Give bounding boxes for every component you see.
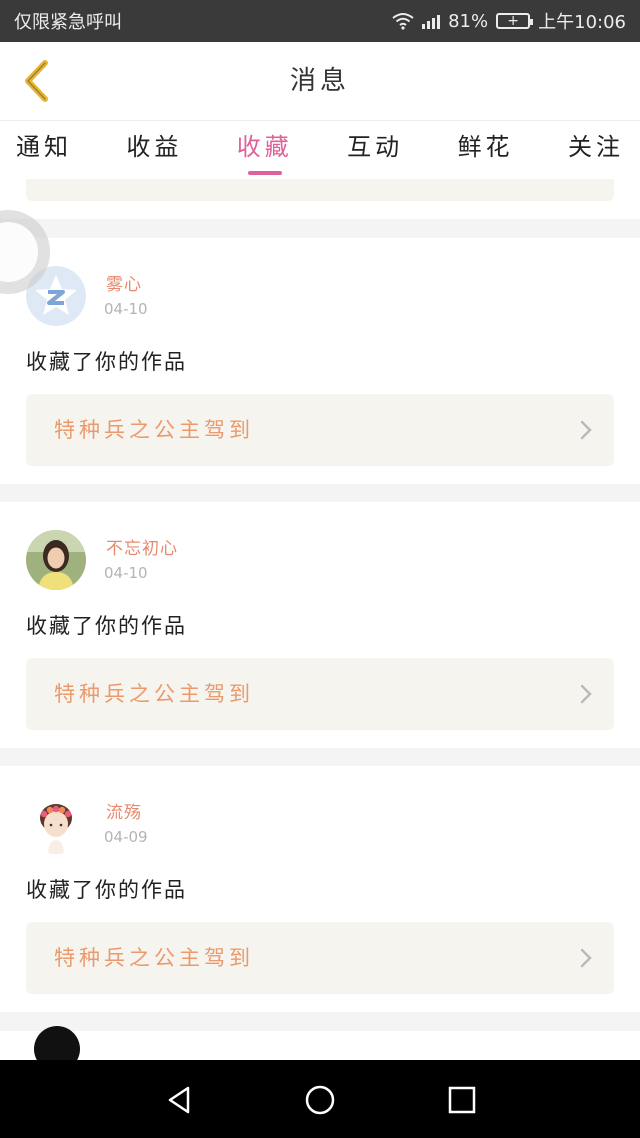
work-title: 特种兵之公主驾到 [54, 418, 254, 442]
floating-assist-button[interactable] [0, 200, 62, 304]
clock-time: 上午10:06 [538, 12, 626, 33]
cartoon-girl-avatar [26, 794, 86, 854]
list-item: 流殇 04-09 收藏了你的作品 特种兵之公主驾到 [0, 766, 640, 1012]
message-date: 04-10 [104, 300, 148, 318]
chevron-right-icon [580, 420, 592, 440]
tab-earnings[interactable]: 收益 [122, 121, 186, 179]
signal-icon [422, 13, 441, 29]
work-link-button[interactable]: 特种兵之公主驾到 [26, 658, 614, 730]
status-icons: 81% + 上午10:06 [392, 8, 626, 34]
app-header: 消息 [0, 42, 640, 121]
work-title: 特种兵之公主驾到 [54, 682, 254, 706]
avatar[interactable] [34, 1026, 80, 1060]
message-tabs: 通知 收益 收藏 互动 鲜花 关注 [0, 121, 640, 179]
status-bar: 仅限紧急呼叫 81% + 上午10:06 [0, 0, 640, 42]
back-triangle-icon[interactable] [160, 1080, 200, 1120]
work-title: 特种兵之公主驾到 [54, 946, 254, 970]
next-card-partial [0, 1026, 640, 1060]
list-item: 不忘初心 04-10 收藏了你的作品 特种兵之公主驾到 [0, 502, 640, 748]
message-date: 04-10 [104, 564, 148, 582]
tab-following[interactable]: 关注 [564, 121, 628, 179]
username[interactable]: 流殇 [106, 798, 142, 823]
emergency-call-text: 仅限紧急呼叫 [14, 12, 122, 33]
user-photo-avatar [26, 530, 86, 590]
username[interactable]: 雾心 [106, 270, 142, 295]
action-text: 收藏了你的作品 [26, 878, 187, 902]
username[interactable]: 不忘初心 [106, 534, 178, 559]
work-link-button[interactable]: 特种兵之公主驾到 [26, 394, 614, 466]
avatar[interactable] [26, 794, 86, 854]
action-text: 收藏了你的作品 [26, 614, 187, 638]
action-text: 收藏了你的作品 [26, 350, 187, 374]
assistive-ring-icon [0, 210, 50, 294]
message-list[interactable]: 雾心 04-10 收藏了你的作品 特种兵之公主驾到 不忘初心 04-10 收藏了… [0, 179, 640, 1060]
tab-flowers[interactable]: 鲜花 [454, 121, 518, 179]
tab-notifications[interactable]: 通知 [12, 121, 76, 179]
home-circle-icon[interactable] [300, 1080, 340, 1120]
message-date: 04-09 [104, 828, 148, 846]
chevron-right-icon [580, 948, 592, 968]
page-title: 消息 [289, 66, 350, 96]
avatar[interactable] [26, 530, 86, 590]
battery-icon: + [496, 13, 534, 29]
chevron-right-icon [580, 684, 592, 704]
tab-interactions[interactable]: 互动 [343, 121, 407, 179]
system-nav-bar [0, 1060, 640, 1138]
battery-percent: 81% [448, 10, 489, 32]
list-item: 雾心 04-10 收藏了你的作品 特种兵之公主驾到 [0, 238, 640, 484]
previous-card-partial [0, 179, 640, 219]
tab-favorites[interactable]: 收藏 [233, 121, 297, 179]
wifi-icon [392, 13, 414, 30]
work-link-button[interactable]: 特种兵之公主驾到 [26, 922, 614, 994]
recents-square-icon[interactable] [442, 1080, 482, 1120]
